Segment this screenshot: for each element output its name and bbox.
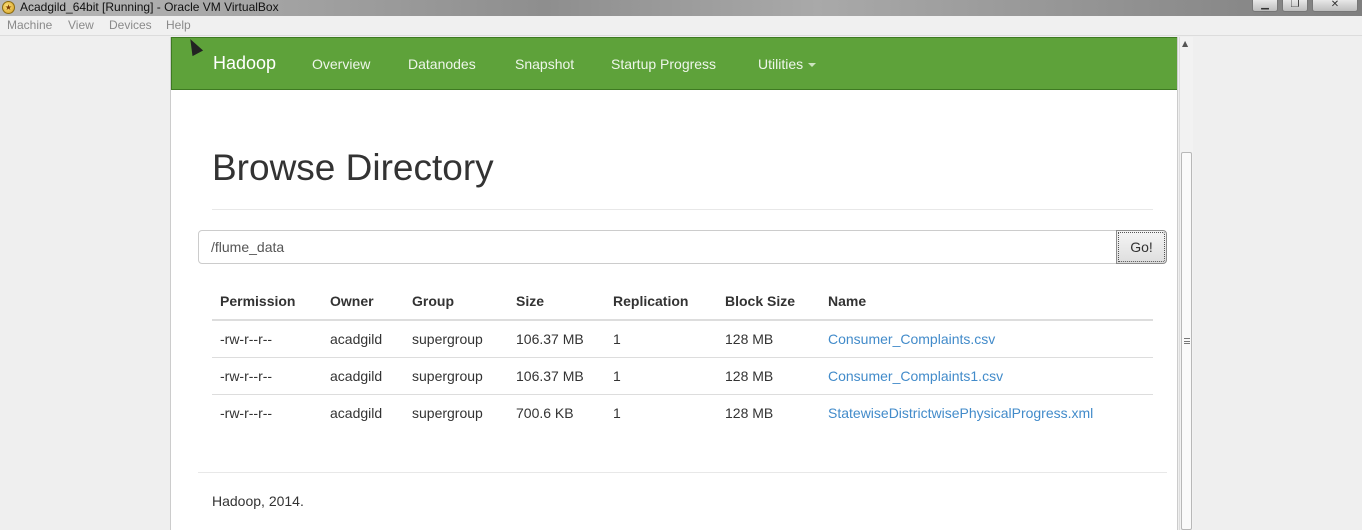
table-row: -rw-r--r-- acadgild supergroup 106.37 MB… — [212, 319, 1153, 357]
file-link[interactable]: Consumer_Complaints.csv — [828, 331, 995, 347]
cell-size: 106.37 MB — [508, 319, 605, 357]
cell-block-size: 128 MB — [717, 319, 820, 357]
title-divider — [212, 209, 1153, 210]
directory-listing-table: Permission Owner Group Size Replication … — [212, 282, 1153, 431]
header-group[interactable]: Group — [404, 282, 508, 321]
virtualbox-icon: ★ — [2, 1, 15, 14]
nav-utilities-dropdown[interactable]: Utilities — [758, 56, 817, 72]
header-name[interactable]: Name — [820, 282, 1153, 321]
cell-permission: -rw-r--r-- — [212, 356, 322, 394]
chevron-down-icon — [808, 63, 817, 68]
close-button[interactable]: ✕ — [1312, 0, 1358, 12]
cell-name: StatewiseDistrictwisePhysicalProgress.xm… — [820, 393, 1153, 431]
cell-group: supergroup — [404, 356, 508, 394]
navbar: Hadoop Overview Datanodes Snapshot Start… — [171, 37, 1177, 90]
restore-button[interactable]: ❐ — [1282, 0, 1308, 12]
table-header-row: Permission Owner Group Size Replication … — [212, 282, 1153, 321]
table-row: -rw-r--r-- acadgild supergroup 106.37 MB… — [212, 356, 1153, 394]
cell-size: 700.6 KB — [508, 393, 605, 431]
cell-name: Consumer_Complaints1.csv — [820, 356, 1153, 394]
menu-help[interactable]: Help — [166, 18, 191, 32]
nav-overview[interactable]: Overview — [312, 56, 370, 72]
scrollbar-thumb[interactable] — [1181, 152, 1192, 530]
menu-view[interactable]: View — [68, 18, 94, 32]
cell-group: supergroup — [404, 393, 508, 431]
cell-block-size: 128 MB — [717, 393, 820, 431]
menu-devices[interactable]: Devices — [109, 18, 152, 32]
cell-owner: acadgild — [322, 356, 404, 394]
cell-permission: -rw-r--r-- — [212, 393, 322, 431]
vertical-scrollbar[interactable]: ▲ — [1179, 37, 1193, 530]
file-link[interactable]: StatewiseDistrictwisePhysicalProgress.xm… — [828, 405, 1093, 421]
header-block-size[interactable]: Block Size — [717, 282, 820, 321]
footer-text: Hadoop, 2014. — [212, 493, 304, 509]
window-title: Acadgild_64bit [Running] - Oracle VM Vir… — [20, 0, 279, 14]
cell-replication: 1 — [605, 356, 717, 394]
cell-permission: -rw-r--r-- — [212, 319, 322, 357]
nav-snapshot[interactable]: Snapshot — [515, 56, 574, 72]
header-owner[interactable]: Owner — [322, 282, 404, 321]
nav-utilities-label: Utilities — [758, 56, 804, 72]
page-title: Browse Directory — [212, 147, 494, 188]
browser-page: Hadoop Overview Datanodes Snapshot Start… — [170, 37, 1178, 530]
cell-replication: 1 — [605, 393, 717, 431]
navbar-brand[interactable]: Hadoop — [213, 53, 276, 74]
cell-replication: 1 — [605, 319, 717, 357]
cell-block-size: 128 MB — [717, 356, 820, 394]
window-titlebar: ★ Acadgild_64bit [Running] - Oracle VM V… — [0, 0, 1362, 16]
minimize-button[interactable]: ▁ — [1252, 0, 1278, 12]
file-link[interactable]: Consumer_Complaints1.csv — [828, 368, 1003, 384]
scrollbar-grip-icon — [1184, 338, 1190, 344]
footer-divider — [198, 472, 1167, 473]
header-replication[interactable]: Replication — [605, 282, 717, 321]
menu-machine[interactable]: Machine — [7, 18, 52, 32]
window-controls: ▁ ❐ ✕ — [1252, 0, 1358, 12]
nav-datanodes[interactable]: Datanodes — [408, 56, 476, 72]
header-size[interactable]: Size — [508, 282, 605, 321]
table-row: -rw-r--r-- acadgild supergroup 700.6 KB … — [212, 393, 1153, 431]
cell-group: supergroup — [404, 319, 508, 357]
nav-startup-progress[interactable]: Startup Progress — [611, 56, 716, 72]
cell-name: Consumer_Complaints.csv — [820, 319, 1153, 357]
header-permission[interactable]: Permission — [212, 282, 322, 321]
go-button[interactable]: Go! — [1116, 230, 1167, 264]
scroll-up-arrow-icon[interactable]: ▲ — [1182, 39, 1188, 48]
cell-owner: acadgild — [322, 319, 404, 357]
cell-size: 106.37 MB — [508, 356, 605, 394]
menubar: Machine View Devices Help — [0, 16, 1362, 36]
directory-path-input[interactable]: /flume_data — [198, 230, 1118, 264]
cell-owner: acadgild — [322, 393, 404, 431]
